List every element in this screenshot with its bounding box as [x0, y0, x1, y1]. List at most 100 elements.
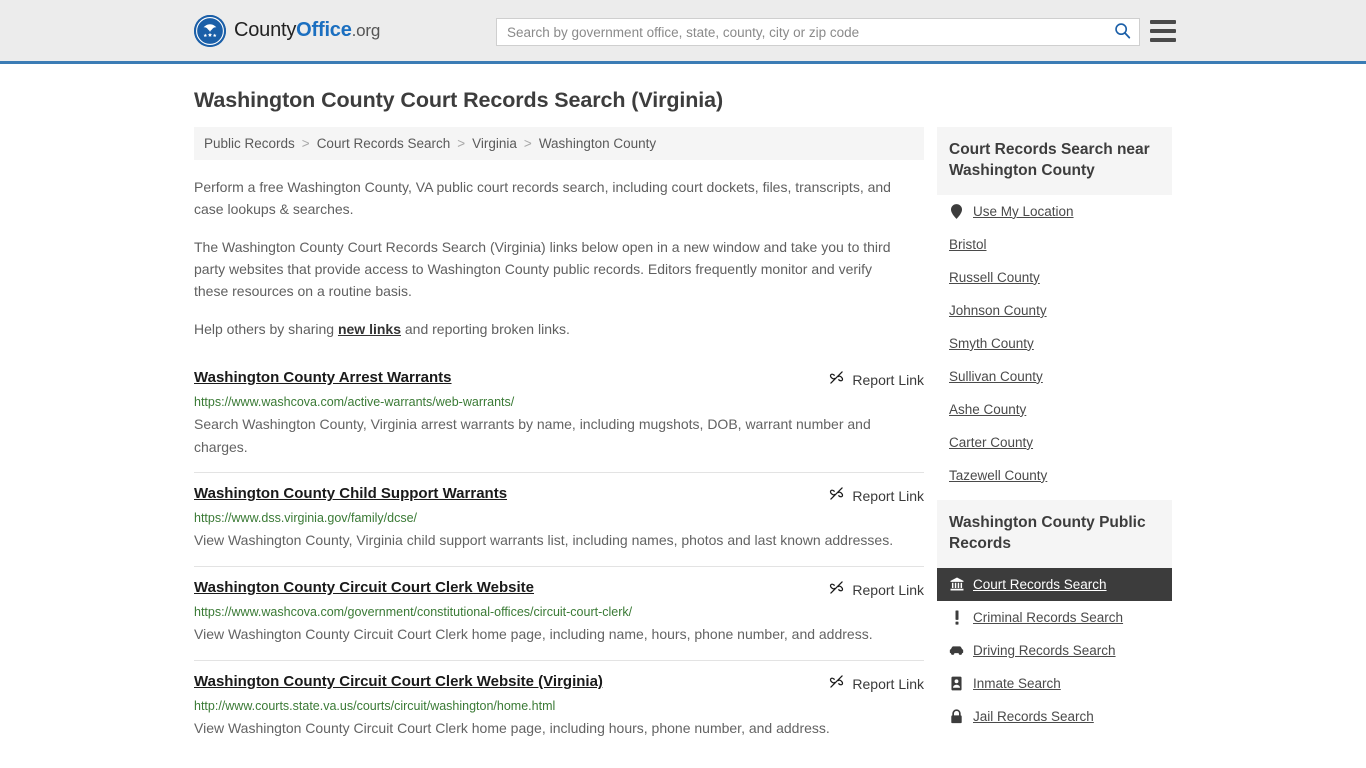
- breadcrumb-separator: >: [457, 136, 466, 151]
- sidebar-item-tazewell-county[interactable]: Tazewell County: [937, 459, 1172, 492]
- broken-link-icon: [829, 674, 844, 694]
- sidebar-item-russell-county[interactable]: Russell County: [937, 261, 1172, 294]
- sidebar-record-label[interactable]: Inmate Search: [973, 676, 1061, 691]
- broken-link-icon: [829, 486, 844, 506]
- breadcrumb-item-2[interactable]: Virginia: [472, 136, 517, 151]
- sidebar-record-label[interactable]: Criminal Records Search: [973, 610, 1123, 625]
- result-title-link[interactable]: Washington County Child Support Warrants: [194, 485, 507, 504]
- sidebar-nearby-label[interactable]: Carter County: [949, 435, 1033, 450]
- intro-p3-after: and reporting broken links.: [401, 321, 570, 338]
- result-description: View Washington County, Virginia child s…: [194, 532, 894, 549]
- result-url[interactable]: https://www.washcova.com/government/cons…: [194, 605, 924, 619]
- breadcrumb-separator: >: [523, 136, 532, 151]
- site-header: CountyOffice.org: [0, 0, 1366, 64]
- report-link-button[interactable]: Report Link: [829, 369, 924, 390]
- result-header: Washington County Child Support Warrants…: [194, 485, 924, 506]
- site-logo[interactable]: CountyOffice.org: [194, 14, 381, 47]
- sidebar-item-johnson-county[interactable]: Johnson County: [937, 294, 1172, 327]
- logo-text-office: Office: [296, 19, 352, 41]
- result-title-link[interactable]: Washington County Arrest Warrants: [194, 369, 452, 388]
- sidebar-public-records-list: Court Records Search Criminal Records Se…: [937, 567, 1172, 733]
- hamburger-menu-icon[interactable]: [1150, 20, 1176, 42]
- main-column: Public Records > Court Records Search > …: [194, 127, 924, 753]
- lock-icon: [949, 709, 964, 724]
- sidebar-item-use-my-location[interactable]: Use My Location: [937, 195, 1172, 228]
- sidebar-public-records-box: Washington County Public Records Court R…: [937, 499, 1172, 733]
- breadcrumb-item-1[interactable]: Court Records Search: [317, 136, 451, 151]
- result-item: Washington County Circuit Court Clerk We…: [194, 566, 924, 660]
- report-link-button[interactable]: Report Link: [829, 673, 924, 694]
- result-item: Washington County Arrest Warrants Report…: [194, 361, 924, 472]
- sidebar: Court Records Search near Washington Cou…: [937, 127, 1172, 741]
- result-description: Search Washington County, Virginia arres…: [194, 416, 871, 455]
- sidebar-nearby-label[interactable]: Use My Location: [973, 204, 1074, 219]
- sidebar-item-criminal-records-search[interactable]: Criminal Records Search: [937, 601, 1172, 634]
- sidebar-nearby-box: Court Records Search near Washington Cou…: [937, 127, 1172, 492]
- page-body: Washington County Court Records Search (…: [0, 88, 1366, 753]
- eagle-seal-icon: [194, 14, 226, 47]
- intro-p3-before: Help others by sharing: [194, 321, 338, 338]
- sidebar-nearby-heading: Court Records Search near Washington Cou…: [937, 127, 1172, 195]
- sidebar-item-driving-records-search[interactable]: Driving Records Search: [937, 634, 1172, 667]
- result-item: Washington County Circuit Court Clerk We…: [194, 659, 924, 754]
- result-title-link[interactable]: Washington County Circuit Court Clerk We…: [194, 673, 603, 692]
- broken-link-icon: [829, 370, 844, 390]
- report-link-label: Report Link: [852, 582, 924, 599]
- result-url[interactable]: https://www.dss.virginia.gov/family/dcse…: [194, 511, 924, 525]
- search-input[interactable]: [497, 19, 1105, 45]
- page-title: Washington County Court Records Search (…: [194, 88, 724, 112]
- intro-section: Perform a free Washington County, VA pub…: [194, 177, 924, 341]
- breadcrumb-item-0[interactable]: Public Records: [204, 136, 295, 151]
- menu-bar-3: [1150, 38, 1176, 42]
- sidebar-nearby-label[interactable]: Johnson County: [949, 303, 1047, 318]
- sidebar-nearby-label[interactable]: Sullivan County: [949, 369, 1043, 384]
- result-url[interactable]: https://www.washcova.com/active-warrants…: [194, 395, 924, 409]
- result-url[interactable]: http://www.courts.state.va.us/courts/cir…: [194, 699, 924, 713]
- exclamation-icon: [949, 610, 964, 625]
- sidebar-nearby-label[interactable]: Russell County: [949, 270, 1040, 285]
- sidebar-item-inmate-search[interactable]: Inmate Search: [937, 667, 1172, 700]
- sidebar-nearby-label[interactable]: Bristol: [949, 237, 987, 252]
- report-link-button[interactable]: Report Link: [829, 579, 924, 600]
- menu-bar-1: [1150, 20, 1176, 24]
- result-header: Washington County Circuit Court Clerk We…: [194, 673, 924, 694]
- search-bar[interactable]: [496, 18, 1140, 46]
- sidebar-item-jail-records-search[interactable]: Jail Records Search: [937, 700, 1172, 733]
- sidebar-record-label[interactable]: Court Records Search: [973, 577, 1107, 592]
- sidebar-item-ashe-county[interactable]: Ashe County: [937, 393, 1172, 426]
- sidebar-public-records-heading: Washington County Public Records: [937, 499, 1172, 568]
- result-header: Washington County Arrest Warrants Report…: [194, 369, 924, 390]
- sidebar-item-court-records-search[interactable]: Court Records Search: [937, 567, 1172, 601]
- results-list: Washington County Arrest Warrants Report…: [194, 361, 924, 753]
- result-description: View Washington County Circuit Court Cle…: [194, 719, 830, 736]
- result-item: Washington County Child Support Warrants…: [194, 472, 924, 566]
- sidebar-nearby-list: Use My Location Bristol Russell County J…: [937, 195, 1172, 492]
- map-pin-icon: [949, 204, 964, 219]
- sidebar-item-carter-county[interactable]: Carter County: [937, 426, 1172, 459]
- logo-text-org: .org: [351, 21, 381, 40]
- broken-link-icon: [829, 580, 844, 600]
- sidebar-nearby-label[interactable]: Tazewell County: [949, 468, 1047, 483]
- result-title-link[interactable]: Washington County Circuit Court Clerk We…: [194, 579, 534, 598]
- sidebar-record-label[interactable]: Jail Records Search: [973, 709, 1094, 724]
- sidebar-nearby-label[interactable]: Ashe County: [949, 402, 1026, 417]
- sidebar-item-bristol[interactable]: Bristol: [937, 228, 1172, 261]
- sidebar-record-label[interactable]: Driving Records Search: [973, 643, 1116, 658]
- search-icon: [1114, 22, 1131, 42]
- report-link-button[interactable]: Report Link: [829, 485, 924, 506]
- breadcrumb-separator: >: [301, 136, 310, 151]
- car-icon: [949, 643, 964, 658]
- result-header: Washington County Circuit Court Clerk We…: [194, 579, 924, 600]
- intro-paragraph-3: Help others by sharing new links and rep…: [194, 319, 909, 341]
- id-badge-icon: [949, 676, 964, 691]
- breadcrumb-item-3[interactable]: Washington County: [539, 136, 656, 151]
- report-link-label: Report Link: [852, 488, 924, 505]
- search-button[interactable]: [1105, 19, 1139, 45]
- new-links-link[interactable]: new links: [338, 321, 401, 337]
- sidebar-item-smyth-county[interactable]: Smyth County: [937, 327, 1172, 360]
- sidebar-nearby-label[interactable]: Smyth County: [949, 336, 1034, 351]
- logo-text-county: County: [234, 19, 297, 41]
- result-description: View Washington County Circuit Court Cle…: [194, 626, 873, 643]
- menu-bar-2: [1150, 29, 1176, 33]
- sidebar-item-sullivan-county[interactable]: Sullivan County: [937, 360, 1172, 393]
